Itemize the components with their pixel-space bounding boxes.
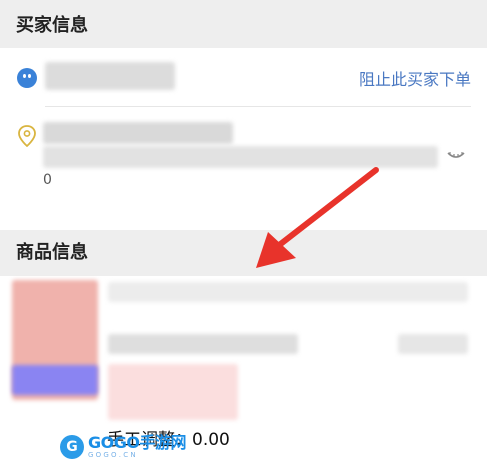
product-tag-redacted bbox=[108, 364, 238, 420]
buyer-name-redacted bbox=[45, 62, 175, 90]
buyer-info-title: 买家信息 bbox=[16, 15, 88, 36]
divider bbox=[45, 106, 471, 107]
product-badge-redacted bbox=[12, 365, 98, 395]
address-line-redacted bbox=[43, 146, 438, 168]
address-line-redacted bbox=[43, 122, 233, 144]
buyer-avatar-icon bbox=[17, 68, 37, 88]
site-watermark: G GOGO手游网 G O G O . C N bbox=[60, 432, 186, 462]
buyer-info-header: 买家信息 bbox=[0, 0, 487, 48]
product-sku-redacted bbox=[108, 334, 298, 354]
watermark-brand: GOGO手游网 bbox=[88, 433, 186, 452]
product-title-redacted bbox=[108, 282, 468, 302]
product-price-redacted bbox=[398, 334, 468, 354]
block-buyer-button[interactable]: 阻止此买家下单 bbox=[359, 66, 471, 90]
expand-icon[interactable] bbox=[446, 150, 466, 162]
watermark-logo-icon: G bbox=[60, 435, 84, 459]
goods-info-header: 商品信息 bbox=[0, 230, 487, 276]
buyer-row: 阻止此买家下单 bbox=[0, 48, 487, 106]
watermark-sub: G O G O . C N bbox=[88, 451, 136, 459]
goods-info-title: 商品信息 bbox=[16, 242, 88, 263]
location-pin-icon bbox=[18, 125, 36, 147]
address-trailing-text: 0 bbox=[43, 172, 52, 188]
